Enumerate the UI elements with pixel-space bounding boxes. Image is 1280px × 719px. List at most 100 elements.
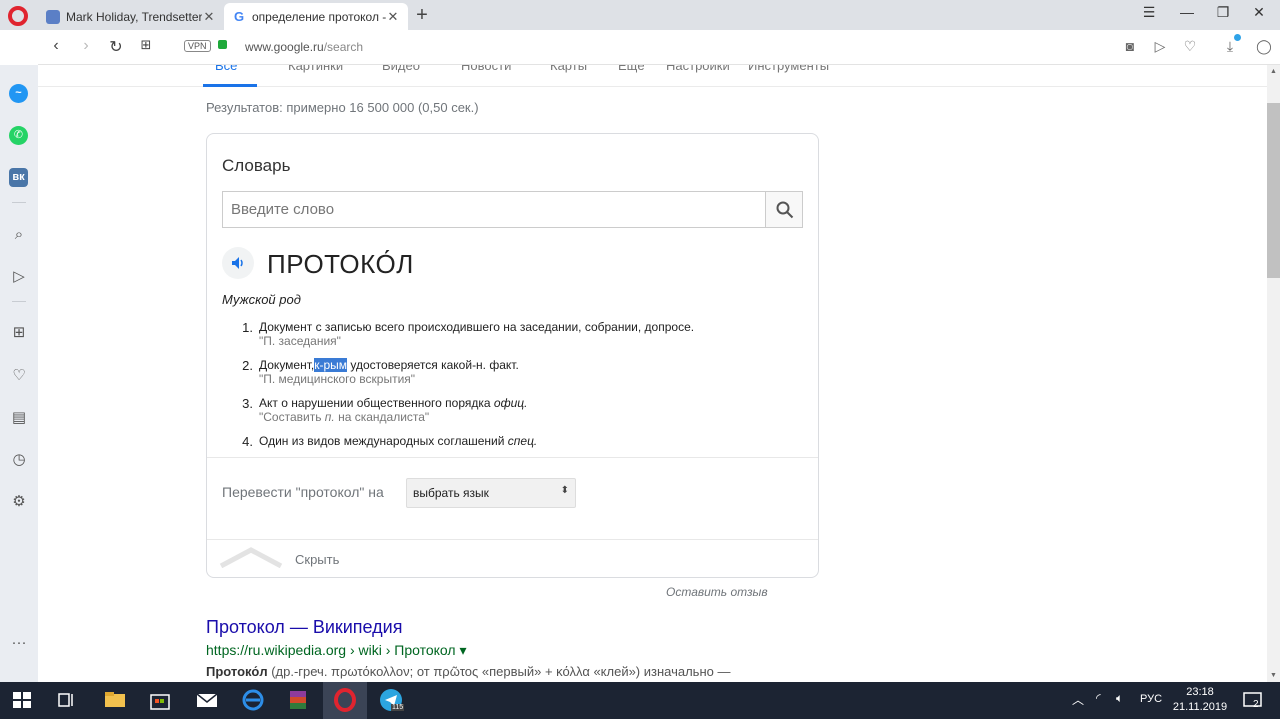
card-divider xyxy=(207,457,818,458)
reload-button[interactable]: ↻ xyxy=(106,37,126,57)
headword: ПРОТОКО́Л xyxy=(267,249,414,279)
wifi-icon[interactable]: ◜ xyxy=(1096,691,1101,705)
speed-dial-icon[interactable]: ⊞ xyxy=(9,323,29,343)
translate-label: Перевести "протокол" на xyxy=(222,484,384,500)
dictionary-search-button[interactable] xyxy=(765,191,803,228)
forward-button[interactable]: › xyxy=(76,37,96,55)
feedback-link[interactable]: Оставить отзыв xyxy=(666,585,768,599)
nav-all[interactable]: Все xyxy=(215,65,237,73)
vpn-badge[interactable]: VPN xyxy=(184,40,211,52)
result-url[interactable]: https://ru.wikipedia.org › wiki › Проток… xyxy=(206,642,467,659)
dictionary-card: Словарь Введите слово ПРОТОКО́Л Мужской … xyxy=(206,133,819,578)
nav-video[interactable]: Видео xyxy=(382,65,420,73)
send-icon[interactable]: ▷ xyxy=(1150,38,1170,55)
task-view-icon[interactable] xyxy=(53,687,79,713)
input-language[interactable]: РУС xyxy=(1140,693,1162,705)
close-tab-icon[interactable]: ✕ xyxy=(386,9,400,25)
definition-item: 1. Документ с записью всего происходивше… xyxy=(237,319,797,357)
definitions-list: 1. Документ с записью всего происходивше… xyxy=(237,319,797,471)
definition-item: 2. Документ,к-рым удостоверяется какой-н… xyxy=(237,357,797,395)
result-snippet: Протоко́л (др.-греч. πρωτόκολλον; от πρῶ… xyxy=(206,664,731,679)
minimize-button[interactable]: — xyxy=(1172,4,1202,20)
clock-date: 21.11.2019 xyxy=(1172,701,1228,713)
tray-expand-icon[interactable]: ︿ xyxy=(1072,691,1084,708)
sidebar-divider xyxy=(12,301,26,302)
result-title-link[interactable]: Протокол — Википедия xyxy=(206,617,402,638)
messenger-icon[interactable]: ~ xyxy=(9,84,28,103)
google-search-nav: Все Картинки Видео Новости Карты Ещё Нас… xyxy=(38,65,1267,87)
history-icon[interactable]: ◷ xyxy=(9,450,29,470)
nav-news[interactable]: Новости xyxy=(461,65,511,73)
select-arrows-icon: ⬍ xyxy=(560,485,569,496)
nav-settings[interactable]: Настройки xyxy=(666,65,730,73)
lock-icon[interactable] xyxy=(218,40,227,49)
windows-start-icon[interactable] xyxy=(9,687,35,713)
close-tab-icon[interactable]: ✕ xyxy=(202,9,216,25)
search-results-page: Все Картинки Видео Новости Карты Ещё Нас… xyxy=(38,65,1267,682)
volume-icon[interactable]: 🔈︎ xyxy=(1116,691,1123,706)
close-window-button[interactable]: ✕ xyxy=(1244,4,1274,21)
opera-logo-icon[interactable] xyxy=(8,6,28,26)
tab-title: Mark Holiday, Trendsetter, xyxy=(66,9,202,24)
more-icon[interactable]: ··· xyxy=(9,633,29,653)
page-scrollbar[interactable]: ▲ ▼ xyxy=(1267,65,1280,682)
nav-maps[interactable]: Карты xyxy=(550,65,587,73)
tab-mark-holiday[interactable]: Mark Holiday, Trendsetter, ✕ xyxy=(38,3,224,30)
news-icon[interactable]: ▤ xyxy=(9,408,29,428)
dictionary-search-input[interactable]: Введите слово xyxy=(222,191,765,228)
edge-browser-icon[interactable] xyxy=(240,687,266,713)
store-icon[interactable] xyxy=(147,687,173,713)
scroll-up-icon[interactable]: ▲ xyxy=(1267,65,1280,78)
speed-dial-icon[interactable]: ⊞ xyxy=(136,37,156,53)
google-favicon-icon: G xyxy=(232,8,246,24)
scrollbar-thumb[interactable] xyxy=(1267,103,1280,278)
definition-text: Акт о нарушении общественного порядка оф… xyxy=(259,396,528,410)
file-explorer-icon[interactable] xyxy=(102,687,128,713)
definition-example: "П. медицинского вскрытия" xyxy=(259,372,416,386)
url-field[interactable]: www.google.ru/search xyxy=(245,40,363,54)
bookmark-heart-icon[interactable]: ♡ xyxy=(1180,38,1200,55)
tab-favicon-icon xyxy=(46,9,60,24)
winrar-icon[interactable] xyxy=(285,687,311,713)
new-tab-button[interactable]: + xyxy=(412,4,432,27)
definition-example: "П. заседания" xyxy=(259,334,341,348)
maximize-button[interactable]: ❐ xyxy=(1208,4,1238,21)
opera-taskbar-icon[interactable] xyxy=(332,687,358,713)
definition-number: 2. xyxy=(242,358,253,373)
nav-tools[interactable]: Инструменты xyxy=(748,65,829,73)
whatsapp-icon[interactable]: ✆ xyxy=(9,126,28,145)
vk-icon[interactable]: вк xyxy=(9,168,28,187)
profile-icon[interactable]: ◯ xyxy=(1254,38,1274,55)
nav-more[interactable]: Ещё xyxy=(618,65,645,73)
tab-title: определение протокол - I xyxy=(252,9,386,24)
download-indicator xyxy=(1234,34,1241,41)
snapshot-icon[interactable]: ◙ xyxy=(1120,38,1140,54)
collapse-chevron-icon[interactable] xyxy=(219,546,283,568)
back-button[interactable]: ‹ xyxy=(46,37,66,55)
definition-number: 3. xyxy=(242,396,253,411)
mail-icon[interactable] xyxy=(194,687,220,713)
definition-example: "Составить п. на скандалиста" xyxy=(259,410,430,424)
scroll-down-icon[interactable]: ▼ xyxy=(1267,669,1280,682)
sidebar-divider xyxy=(12,202,26,203)
language-select[interactable]: выбрать язык ⬍ xyxy=(406,478,576,508)
nav-images[interactable]: Картинки xyxy=(288,65,343,73)
clock-time: 23:18 xyxy=(1186,686,1214,698)
results-stats: Результатов: примерно 16 500 000 (0,50 с… xyxy=(206,100,479,115)
definition-number: 1. xyxy=(242,320,253,335)
send-icon[interactable]: ▷ xyxy=(9,267,29,287)
tab-strip: Mark Holiday, Trendsetter, ✕ G определен… xyxy=(0,0,1280,30)
heart-icon[interactable]: ♡ xyxy=(9,366,29,386)
telegram-badge: 115 xyxy=(391,704,405,711)
speaker-icon xyxy=(232,257,243,269)
tab-google-search[interactable]: G определение протокол - I ✕ xyxy=(224,3,408,30)
settings-gear-icon[interactable]: ⚙ xyxy=(9,492,29,512)
collapse-button[interactable]: Скрыть xyxy=(295,552,339,567)
system-clock[interactable]: 23:18 21.11.2019 xyxy=(1170,685,1230,715)
notification-count: 2 xyxy=(1253,699,1259,710)
pronunciation-button[interactable] xyxy=(222,247,254,279)
tab-menu-icon[interactable]: ☰ xyxy=(1134,4,1164,21)
selected-text: к-рым xyxy=(314,358,348,372)
windows-taskbar: 115 ︿ ◜ 🔈︎ РУС 23:18 21.11.2019 2 xyxy=(0,682,1280,719)
search-icon[interactable]: ⌕ xyxy=(9,225,29,245)
